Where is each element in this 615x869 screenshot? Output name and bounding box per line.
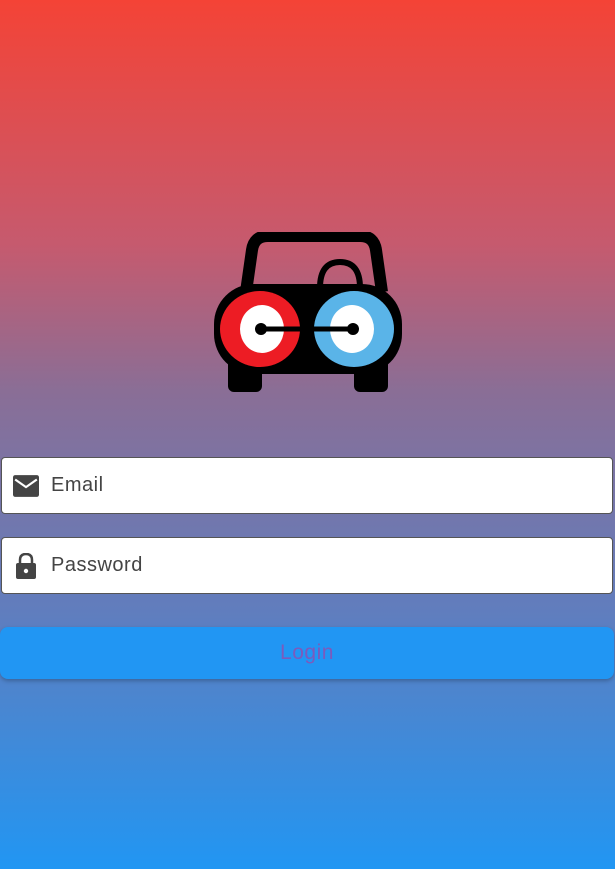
email-placeholder: Email	[51, 474, 104, 496]
mail-icon	[12, 472, 40, 500]
car-logo-icon	[214, 230, 402, 392]
lock-icon	[12, 552, 40, 580]
login-button[interactable]: Login	[0, 627, 614, 679]
app-logo	[212, 230, 404, 394]
password-field[interactable]: Password	[1, 537, 613, 594]
password-placeholder: Password	[51, 554, 143, 576]
email-field[interactable]: Email	[1, 457, 613, 514]
